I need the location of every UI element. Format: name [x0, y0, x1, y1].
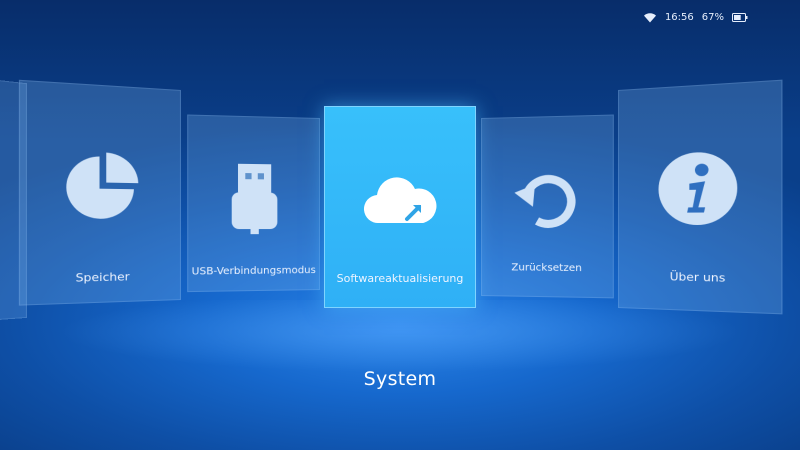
- page-title: System: [363, 368, 437, 390]
- cloud-update-icon: [361, 169, 439, 233]
- menu-card-label: Softwareaktualisierung: [336, 272, 464, 285]
- pie-chart-icon: [62, 147, 143, 227]
- menu-card-usb-mode[interactable]: USB-Verbindungsmodus: [187, 114, 320, 293]
- info-icon: [656, 149, 739, 231]
- menu-card-label: Über uns: [669, 270, 726, 285]
- menu-card-software-update[interactable]: Softwareaktualisierung: [324, 106, 476, 308]
- menu-card-label: Zurücksetzen: [511, 262, 582, 275]
- reset-icon: [512, 166, 580, 238]
- menu-card-reset[interactable]: Zurücksetzen: [481, 114, 614, 299]
- menu-card-label: Speicher: [75, 270, 130, 285]
- usb-icon: [229, 162, 281, 240]
- menu-card-about[interactable]: Über uns: [618, 79, 783, 315]
- menu-card-label: USB-Verbindungsmodus: [191, 265, 316, 278]
- menu-card-storage[interactable]: Speicher: [18, 79, 182, 306]
